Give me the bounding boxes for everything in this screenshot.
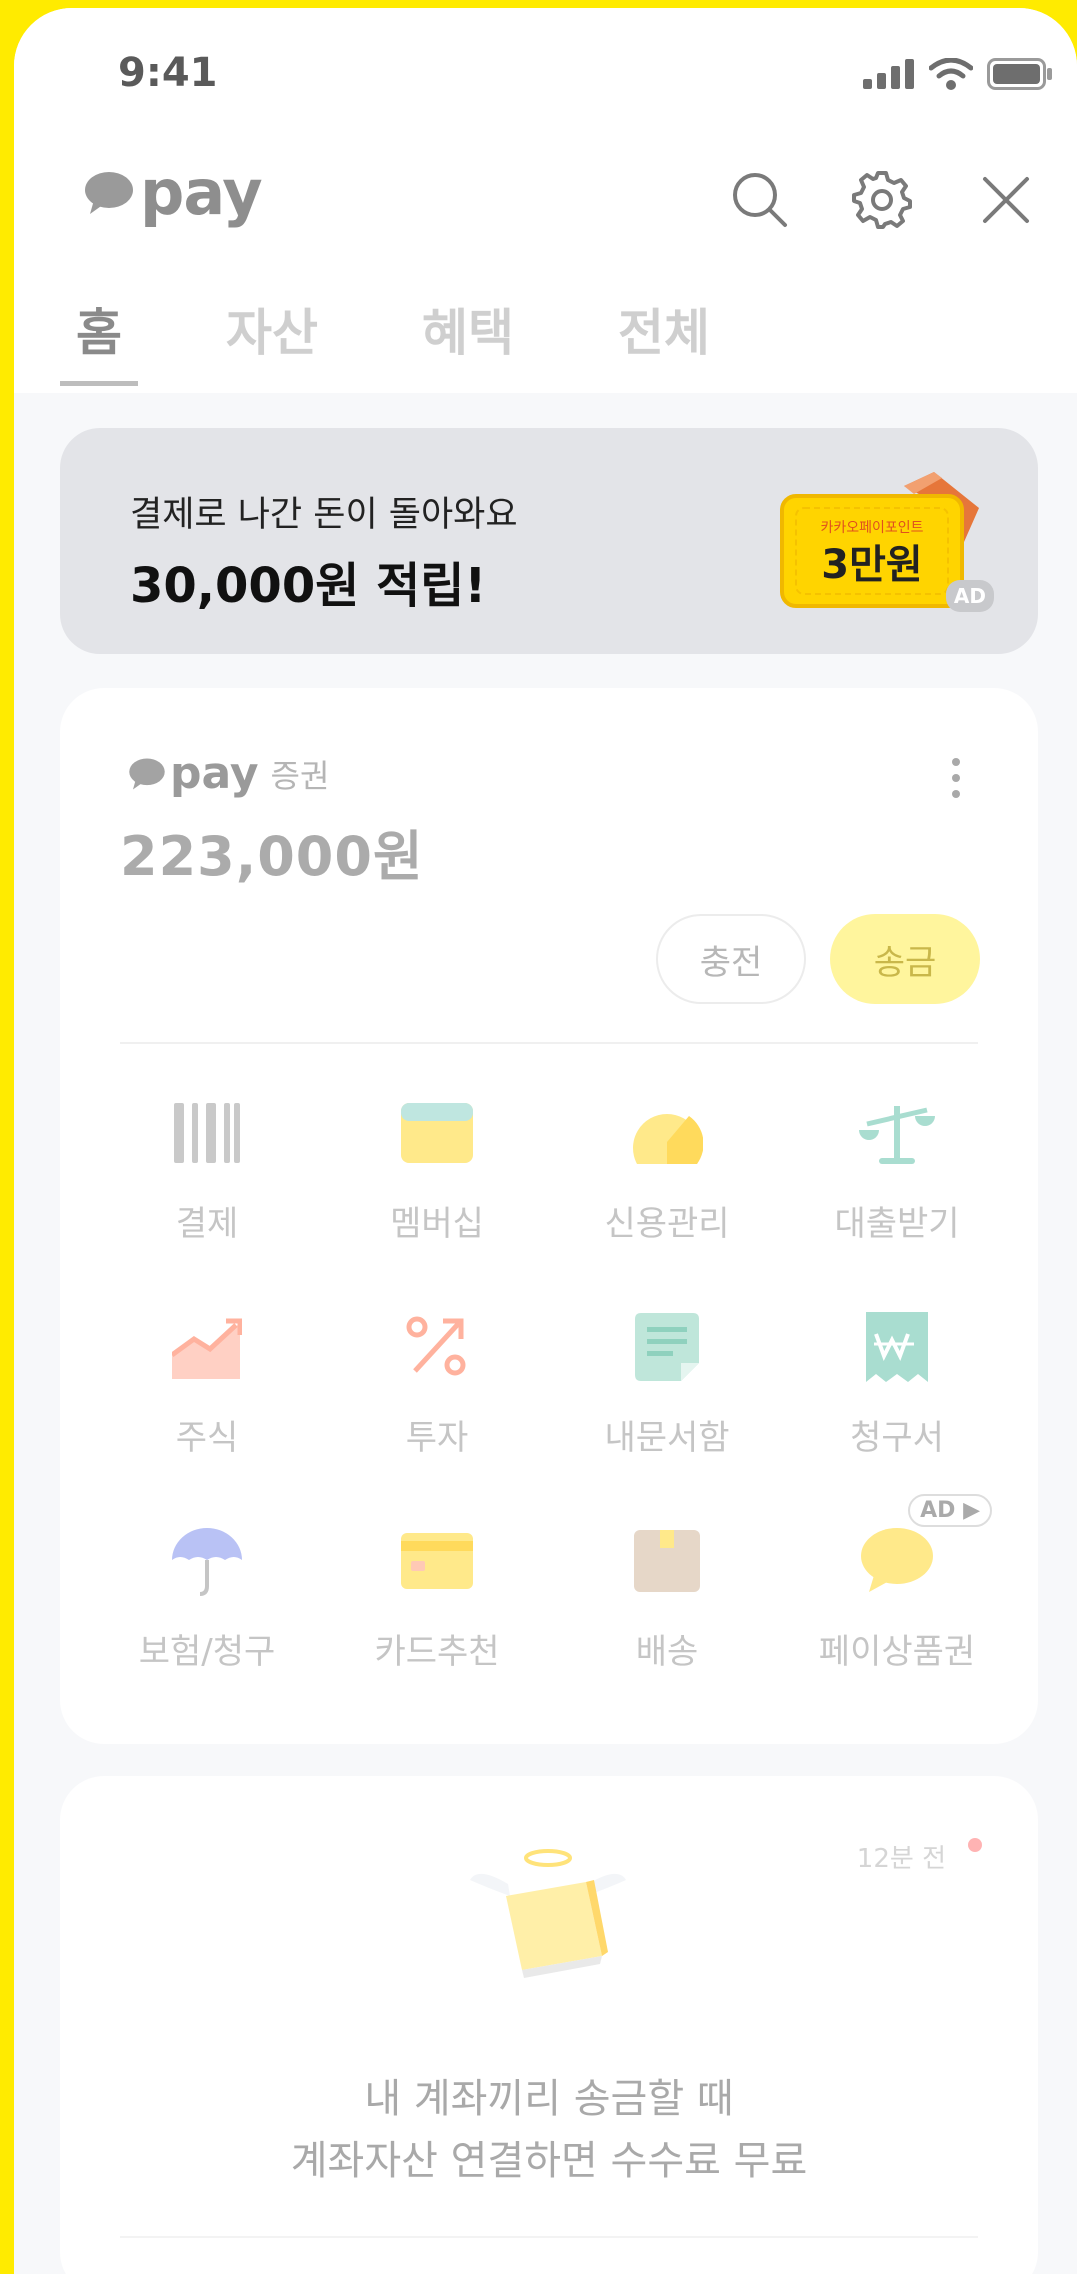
account-brand: pay 증권 — [128, 748, 329, 799]
banner-art-big: 3만원 — [821, 542, 922, 588]
banner-subtitle: 결제로 나간 돈이 돌아와요 — [130, 495, 518, 535]
search-icon — [733, 173, 787, 227]
settings-button[interactable] — [852, 170, 912, 230]
close-icon — [983, 177, 1029, 223]
service-bills[interactable]: 청구서 — [782, 1312, 1012, 1459]
service-label: 청구서 — [850, 1418, 944, 1458]
credit-gauge-icon — [633, 1114, 703, 1164]
card-icon — [401, 1533, 473, 1589]
app-screen: 9:41 pay 홈 자산 혜택 전체 결제로 나간 돈이 돌아와요 30,00… — [14, 8, 1077, 2274]
tab-assets[interactable]: 자산 — [210, 293, 334, 365]
status-icons — [863, 58, 1053, 90]
close-button[interactable] — [976, 170, 1036, 230]
talk-bubble-icon — [129, 757, 165, 790]
service-label: 페이상품권 — [818, 1632, 976, 1672]
account-balance[interactable]: 223,000원 — [120, 812, 424, 891]
service-insurance[interactable]: 보험/청구 — [92, 1526, 322, 1673]
service-label: 내문서함 — [604, 1418, 730, 1458]
service-label: 카드추천 — [374, 1632, 500, 1672]
banner-title: 30,000원 적립! — [130, 558, 487, 614]
play-icon: ▶ — [963, 1498, 980, 1523]
more-options-button[interactable] — [946, 758, 966, 808]
service-pay-giftcard[interactable]: 페이상품권 — [782, 1526, 1012, 1673]
notice-card[interactable]: 12분 전 내 계좌끼리 송금할 때 계좌자산 연결하면 수수료 무료 — [60, 1776, 1038, 2274]
service-credit[interactable]: 신용관리 — [552, 1098, 782, 1245]
service-label: 주식 — [175, 1418, 239, 1458]
services-ad-badge: AD ▶ — [908, 1494, 992, 1527]
banner-art-small: 카카오페이포인트 — [820, 520, 923, 536]
ad-badge: AD — [945, 580, 994, 612]
notice-time: 12분 전 — [856, 1844, 946, 1874]
service-membership[interactable]: 멤버십 — [322, 1098, 552, 1245]
talk-bubble-icon — [84, 170, 134, 216]
service-label: 결제 — [175, 1204, 239, 1244]
divider — [120, 2236, 978, 2238]
service-card-recommend[interactable]: 카드추천 — [322, 1526, 552, 1673]
notice-line2: 계좌자산 연결하면 수수료 무료 — [290, 2138, 808, 2184]
tab-all[interactable]: 전체 — [602, 293, 726, 365]
gear-icon — [852, 171, 912, 229]
service-label: 대출받기 — [834, 1204, 960, 1244]
stock-chart-icon — [172, 1318, 242, 1379]
chat-bubble-icon — [861, 1528, 933, 1592]
umbrella-icon — [172, 1528, 242, 1596]
ad-badge-text: AD — [920, 1498, 956, 1523]
signal-icon — [863, 59, 914, 89]
wifi-icon — [929, 58, 973, 90]
service-label: 투자 — [405, 1418, 469, 1458]
box-icon — [634, 1530, 700, 1592]
battery-icon — [987, 58, 1052, 90]
notice-line1: 내 계좌끼리 송금할 때 — [364, 2076, 734, 2122]
tab-home[interactable]: 홈 — [60, 293, 138, 386]
percent-arrow-icon — [406, 1316, 466, 1376]
account-card: pay 증권 223,000원 충전 송금 결제 멤버십 신용관리 대출받기 주… — [60, 688, 1038, 1744]
promo-banner[interactable]: 결제로 나간 돈이 돌아와요 30,000원 적립! 카카오페이포인트 3만원 … — [60, 428, 1038, 654]
flying-wallet-icon — [470, 1849, 626, 1978]
service-label: 보험/청구 — [138, 1632, 276, 1672]
tab-benefits[interactable]: 혜택 — [406, 293, 530, 365]
send-button[interactable]: 송금 — [830, 914, 980, 1004]
search-button[interactable] — [730, 170, 790, 230]
bill-icon — [866, 1312, 928, 1382]
divider — [120, 1042, 978, 1044]
service-label: 배송 — [635, 1632, 699, 1672]
charge-button[interactable]: 충전 — [656, 914, 806, 1004]
pay-logo: pay — [84, 156, 263, 229]
wallet-icon — [401, 1103, 473, 1163]
account-brand-sub: 증권 — [270, 756, 330, 795]
service-label: 신용관리 — [604, 1204, 730, 1244]
service-label: 멤버십 — [390, 1204, 484, 1244]
service-delivery[interactable]: 배송 — [552, 1526, 782, 1673]
logo-text: pay — [140, 156, 263, 229]
service-documents[interactable]: 내문서함 — [552, 1312, 782, 1459]
unread-dot — [968, 1838, 982, 1852]
service-invest[interactable]: 투자 — [322, 1312, 552, 1459]
document-icon — [635, 1313, 699, 1381]
service-loan[interactable]: 대출받기 — [782, 1098, 1012, 1245]
status-time: 9:41 — [118, 50, 218, 96]
service-stocks[interactable]: 주식 — [92, 1312, 322, 1459]
more-icon — [952, 758, 960, 766]
tab-bar: 홈 자산 혜택 전체 — [60, 293, 798, 386]
service-payment[interactable]: 결제 — [92, 1098, 322, 1245]
account-brand-text: pay — [170, 748, 259, 799]
barcode-icon — [174, 1103, 240, 1163]
scale-icon — [859, 1106, 935, 1164]
